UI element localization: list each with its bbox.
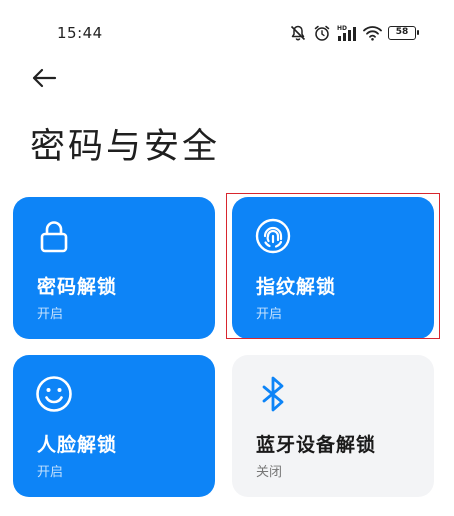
- bluetooth-unlock-tile[interactable]: 蓝牙设备解锁 关闭: [232, 355, 434, 497]
- alarm-icon: [313, 24, 331, 42]
- arrow-left-icon: [31, 68, 57, 92]
- silent-icon: [289, 24, 307, 42]
- bluetooth-icon: [254, 375, 292, 413]
- tile-status: 关闭: [256, 465, 283, 480]
- back-button[interactable]: [26, 64, 62, 96]
- tile-status: 开启: [37, 465, 64, 480]
- network-label: HD: [337, 25, 347, 32]
- face-unlock-tile[interactable]: 人脸解锁 开启: [13, 355, 215, 497]
- battery-icon: 58: [388, 26, 419, 40]
- smiley-face-icon: [35, 375, 73, 413]
- password-unlock-tile[interactable]: 密码解锁 开启: [13, 197, 215, 339]
- tile-label: 指纹解锁: [256, 276, 337, 298]
- status-time: 15:44: [57, 24, 103, 42]
- tile-status: 开启: [37, 307, 64, 322]
- tile-status: 开启: [256, 307, 283, 322]
- tile-label: 人脸解锁: [37, 434, 118, 456]
- wifi-icon: [363, 25, 382, 41]
- fingerprint-icon: [254, 217, 292, 255]
- tile-label: 密码解锁: [37, 276, 118, 298]
- tile-label: 蓝牙设备解锁: [256, 434, 377, 456]
- status-bar: 15:44 HD 58: [0, 0, 454, 60]
- page-title: 密码与安全: [30, 127, 221, 167]
- lock-icon: [35, 217, 73, 255]
- fingerprint-unlock-tile[interactable]: 指纹解锁 开启: [232, 197, 434, 339]
- status-icons: HD 58: [289, 22, 419, 44]
- signal-icon: HD: [337, 24, 357, 42]
